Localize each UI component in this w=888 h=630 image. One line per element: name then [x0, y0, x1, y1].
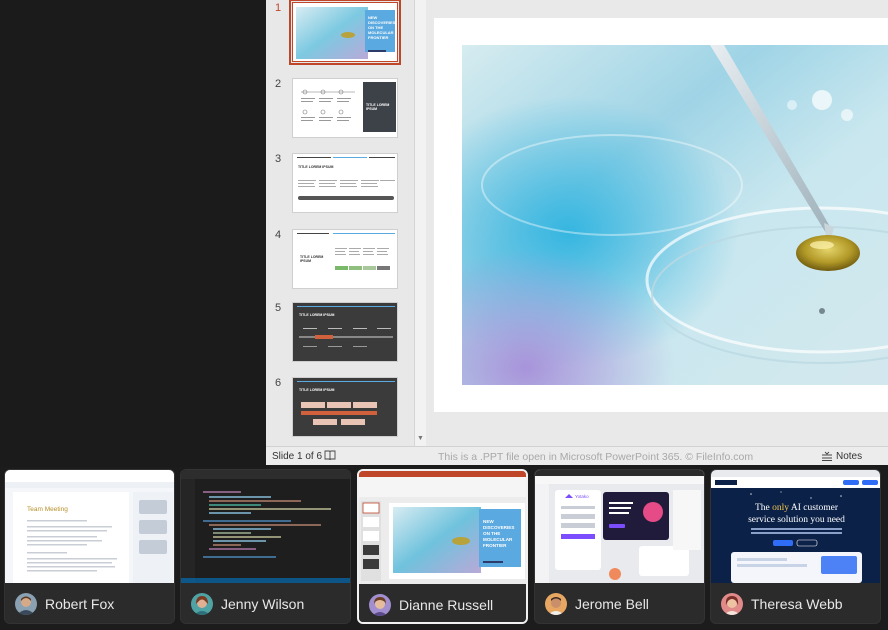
card-footer: Theresa Webb	[711, 583, 880, 623]
petri-dish-pipette-image	[462, 45, 888, 385]
slide-2-preview-graphic: TITLE LOREM IPSUM	[293, 79, 397, 137]
screen-preview: Team Meeting	[5, 470, 174, 583]
participant-card-dianne-russell[interactable]: NEW DISCOVERIES ON THE MOLECULAR FRONTIE…	[357, 469, 528, 624]
svg-text:MOLECULAR: MOLECULAR	[483, 537, 513, 542]
slide-thumbnail-1[interactable]: 1 NEW DISCOVERIES ON THE MOLECULAR FRONT…	[266, 0, 414, 70]
participant-name: Robert Fox	[45, 596, 115, 612]
avatar	[545, 593, 567, 615]
slide-preview[interactable]: TITLE LOREM IPSUM	[292, 153, 398, 213]
powerpoint-window: 1 NEW DISCOVERIES ON THE MOLECULAR FRONT…	[266, 0, 888, 465]
document-preview-graphic: Team Meeting	[5, 470, 174, 583]
status-bar: Slide 1 of 6 This is a .PPT file open in…	[266, 446, 888, 465]
svg-text:IPSUM: IPSUM	[366, 107, 377, 111]
participant-name: Theresa Webb	[751, 596, 843, 612]
notes-icon[interactable]	[821, 451, 833, 461]
slide-preview[interactable]: TITLE LOREM IPSUM	[292, 229, 398, 289]
notes-button[interactable]: Notes	[836, 451, 862, 462]
svg-text:Team Meeting: Team Meeting	[27, 506, 68, 513]
svg-text:IPSUM: IPSUM	[300, 259, 311, 263]
svg-text:NEW: NEW	[483, 519, 494, 524]
svg-text:DISCOVERIES: DISCOVERIES	[483, 525, 514, 530]
thumbnail-scrollbar[interactable]: ▼	[414, 0, 426, 446]
svg-text:TITLE LOREM IPSUM: TITLE LOREM IPSUM	[299, 313, 334, 317]
svg-text:The only AI customer: The only AI customer	[755, 503, 839, 513]
svg-text:FRONTIER: FRONTIER	[483, 543, 507, 548]
participant-name: Dianne Russell	[399, 597, 494, 613]
slide-thumbnail-5[interactable]: 5 TITLE LOREM IPSUM	[266, 302, 414, 370]
slide-thumbnail-pane[interactable]: 1 NEW DISCOVERIES ON THE MOLECULAR FRONT…	[266, 0, 414, 446]
slide-thumbnail-2[interactable]: 2 TITLE LOREM IPSUM	[266, 78, 414, 146]
svg-text:service solution you need: service solution you need	[748, 515, 845, 525]
slide-number: 5	[275, 302, 282, 314]
participant-name: Jerome Bell	[575, 596, 649, 612]
svg-text:ON THE: ON THE	[483, 531, 500, 536]
svg-text:TITLE LOREM IPSUM: TITLE LOREM IPSUM	[299, 388, 334, 392]
code-editor-preview-graphic	[181, 470, 350, 583]
slide-preview[interactable]: TITLE LOREM IPSUM	[292, 78, 398, 138]
avatar	[369, 594, 391, 616]
svg-text:TITLE LOREM IPSUM: TITLE LOREM IPSUM	[298, 165, 333, 169]
participant-switcher: Team Meeting Robert Fox Jenny Wilson NEW…	[0, 467, 888, 630]
svg-text:FRONTIER: FRONTIER	[368, 35, 389, 40]
card-footer: Jerome Bell	[535, 583, 704, 623]
slide-number: 1	[275, 2, 282, 14]
slide-preview[interactable]: TITLE LOREM IPSUM	[292, 377, 398, 437]
slide-number: 4	[275, 229, 282, 241]
screen-preview: The only AI customer service solution yo…	[711, 470, 880, 583]
card-footer: Robert Fox	[5, 583, 174, 623]
powerpoint-preview-graphic: NEW DISCOVERIES ON THE MOLECULAR FRONTIE…	[359, 471, 526, 584]
participant-card-robert-fox[interactable]: Team Meeting Robert Fox	[4, 469, 175, 624]
file-info-note: This is a .PPT file open in Microsoft Po…	[438, 451, 754, 463]
card-footer: Jenny Wilson	[181, 583, 350, 623]
avatar	[721, 593, 743, 615]
slide-preview[interactable]: TITLE LOREM IPSUM	[292, 302, 398, 362]
accessibility-book-icon[interactable]	[324, 449, 336, 461]
card-footer: Dianne Russell	[359, 584, 526, 622]
slide-thumbnail-6[interactable]: 6 TITLE LOREM IPSUM	[266, 377, 414, 445]
participant-name: Jenny Wilson	[221, 596, 305, 612]
participant-card-jenny-wilson[interactable]: Jenny Wilson	[180, 469, 351, 624]
screen: 1 NEW DISCOVERIES ON THE MOLECULAR FRONT…	[0, 0, 888, 630]
slide-counter: Slide 1 of 6	[272, 451, 323, 462]
scroll-down-arrow-icon[interactable]: ▼	[417, 435, 424, 442]
slide-6-preview-graphic: TITLE LOREM IPSUM	[293, 378, 397, 436]
slide-editing-canvas[interactable]	[434, 18, 888, 412]
slide-number: 2	[275, 78, 282, 90]
slide-number: 3	[275, 153, 282, 165]
screen-preview: Yotako	[535, 470, 704, 583]
slide-thumbnail-4[interactable]: 4 TITLE LOREM IPSUM	[266, 229, 414, 297]
participant-card-jerome-bell[interactable]: Yotako Jerome Bell	[534, 469, 705, 624]
slide-3-preview-graphic: TITLE LOREM IPSUM	[293, 154, 397, 212]
slide-4-preview-graphic: TITLE LOREM IPSUM	[293, 230, 397, 288]
screen-preview	[181, 470, 350, 583]
slide-number: 6	[275, 377, 282, 389]
website-preview-graphic: The only AI customer service solution yo…	[711, 470, 880, 583]
slide-photo	[462, 45, 888, 385]
screen-preview: NEW DISCOVERIES ON THE MOLECULAR FRONTIE…	[359, 471, 526, 584]
svg-text:Yotako: Yotako	[575, 494, 589, 499]
slide-1-preview-graphic: NEW DISCOVERIES ON THE MOLECULAR FRONTIE…	[293, 3, 397, 61]
slide-preview[interactable]: NEW DISCOVERIES ON THE MOLECULAR FRONTIE…	[289, 0, 401, 65]
slide-5-preview-graphic: TITLE LOREM IPSUM	[293, 303, 397, 361]
participant-card-theresa-webb[interactable]: The only AI customer service solution yo…	[710, 469, 881, 624]
avatar	[191, 593, 213, 615]
slide-thumbnail-3[interactable]: 3 TITLE LOREM IPSUM	[266, 153, 414, 221]
design-app-preview-graphic: Yotako	[535, 470, 704, 583]
avatar	[15, 593, 37, 615]
